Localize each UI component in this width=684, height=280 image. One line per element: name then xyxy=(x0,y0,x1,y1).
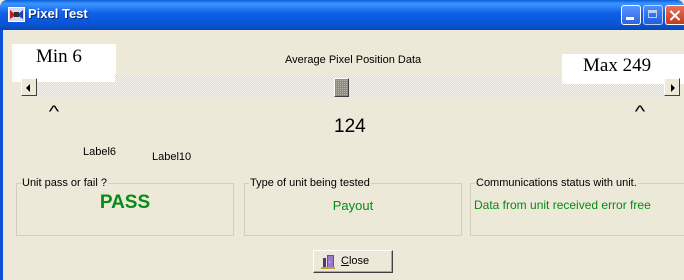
min-value-label: Min 6 xyxy=(36,46,82,67)
min-caret: ^ xyxy=(48,102,60,121)
label10: Label10 xyxy=(152,151,192,163)
scroll-left-button[interactable] xyxy=(21,78,37,96)
pass-fail-value: PASS xyxy=(99,192,151,213)
maximize-icon[interactable] xyxy=(643,5,663,25)
max-caret: ^ xyxy=(634,102,646,121)
slider-caption: Average Pixel Position Data xyxy=(285,54,422,66)
comm-status-legend: Communications status with unit. xyxy=(475,177,638,189)
unit-type-value: Payout xyxy=(332,198,374,213)
arrow-left-icon xyxy=(26,84,30,92)
close-button-label: Close xyxy=(341,255,369,267)
title-bar[interactable]: Pixel Test xyxy=(0,0,684,30)
scroll-right-button[interactable] xyxy=(664,78,680,96)
window-title: Pixel Test xyxy=(28,6,88,21)
scroll-thumb[interactable] xyxy=(334,78,349,97)
close-mnemonic: C xyxy=(341,255,349,267)
close-button[interactable]: Close xyxy=(313,250,393,273)
pixel-test-window: Pixel Test Min 6 Average Pixel Position … xyxy=(0,0,684,280)
close-label-rest: lose xyxy=(348,255,370,267)
arrow-right-icon xyxy=(671,84,675,92)
window-frame-left xyxy=(0,30,3,280)
comm-status-value: Data from unit received error free xyxy=(474,198,651,212)
app-icon xyxy=(8,7,25,22)
max-value-label: Max 249 xyxy=(562,54,684,80)
pass-fail-legend: Unit pass or fail ? xyxy=(21,177,108,189)
pass-fail-group: Unit pass or fail ? PASS xyxy=(16,177,234,236)
label6: Label6 xyxy=(83,146,117,158)
current-value-label: 124 xyxy=(334,116,366,137)
comm-status-group: Communications status with unit. Data fr… xyxy=(470,177,684,236)
close-window-icon[interactable] xyxy=(665,5,684,25)
unit-type-legend: Type of unit being tested xyxy=(249,177,371,189)
unit-type-group: Type of unit being tested Payout xyxy=(244,177,462,236)
door-exit-icon xyxy=(321,255,335,269)
minimize-icon[interactable] xyxy=(621,5,641,25)
